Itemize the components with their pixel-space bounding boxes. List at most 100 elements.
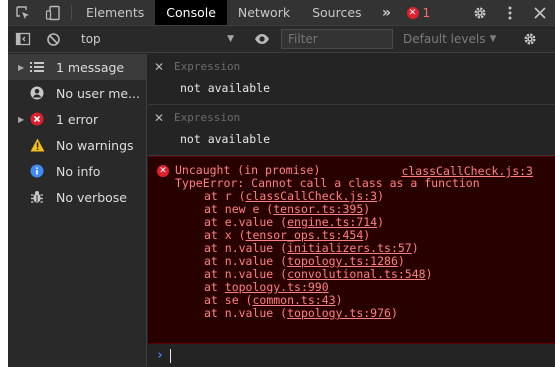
error-count-badge[interactable]: ✕ 1	[401, 0, 437, 25]
console-output: ✕ Expression not available ✕ Expression …	[148, 54, 555, 367]
sidebar-item-label: 1 message	[56, 59, 125, 75]
clear-icon	[46, 32, 60, 46]
stack-frame-text: at	[204, 280, 225, 294]
error-message: ✕ Uncaught (in promise) classCallCheck.j…	[148, 156, 555, 344]
sidebar-item-warnings[interactable]: No warnings	[8, 132, 146, 158]
sidebar-item-user-messages[interactable]: No user me...	[8, 80, 146, 106]
close-icon	[534, 6, 546, 19]
console-settings-button[interactable]	[515, 31, 545, 47]
live-expression: ✕ Expression not available	[148, 54, 555, 105]
live-expression: ✕ Expression not available	[148, 105, 555, 156]
sidebar-item-messages[interactable]: ▶ 1 message	[8, 54, 146, 80]
expression-input[interactable]: Expression	[174, 111, 555, 124]
sidebar-item-label: No verbose	[56, 189, 127, 205]
stack-frame-text: at r (	[204, 189, 246, 203]
user-icon	[30, 86, 52, 100]
expression-value: not available	[180, 81, 271, 95]
stack-frame-text: )	[390, 306, 398, 320]
stack-frame-link[interactable]: classCallCheck.js:3	[246, 189, 378, 203]
stack-frame-text: at se (	[204, 293, 253, 307]
error-icon: ✕	[157, 165, 169, 177]
sidebar-item-label: No warnings	[56, 137, 134, 153]
stack-frame-text: at new e (	[204, 202, 274, 216]
prompt-chevron-icon: ›	[156, 348, 164, 363]
error-icon: ✕	[406, 6, 419, 19]
sidebar-item-label: No user me...	[56, 85, 140, 101]
more-options-button[interactable]	[495, 5, 525, 21]
tab-elements[interactable]: Elements	[75, 0, 155, 25]
stack-frame-link[interactable]: tensor.ts:395	[273, 202, 363, 216]
stack-frame-text: at n.value (	[204, 306, 288, 320]
inspect-element-button[interactable]	[8, 0, 38, 25]
expression-value: not available	[180, 132, 271, 146]
console-prompt[interactable]: ›	[148, 344, 555, 367]
device-icon	[45, 5, 60, 20]
sidebar-item-verbose[interactable]: No verbose	[8, 184, 146, 210]
stack-frame-text: )	[425, 267, 433, 281]
stack-frame-text: )	[397, 254, 405, 268]
expand-arrow-icon[interactable]: ▶	[18, 63, 30, 72]
sidebar-item-label: 1 error	[56, 111, 99, 127]
stack-frame-text: at x (	[204, 228, 246, 242]
text-caret	[169, 348, 171, 363]
gear-icon	[474, 7, 486, 18]
stack-frame-text: )	[411, 241, 419, 255]
info-icon	[30, 164, 52, 178]
remove-expression-button[interactable]: ✕	[154, 111, 164, 125]
stack-frame-text: )	[377, 215, 385, 229]
stack-frame-text: at e.value (	[204, 215, 288, 229]
stack-frame-text: )	[335, 293, 343, 307]
stack-frame-link[interactable]: topology.ts:990	[225, 280, 329, 294]
devtools-panel: Elements Console Network Sources » ✕ 1 t…	[8, 0, 555, 367]
more-tabs-button[interactable]: »	[373, 0, 401, 25]
inspect-icon	[16, 5, 29, 19]
log-levels-dropdown[interactable]: Default levels ▼	[403, 32, 508, 46]
dropdown-arrow-icon: ▼	[489, 34, 497, 44]
context-value: top	[81, 32, 101, 46]
sidebar-item-label: No info	[56, 163, 101, 179]
remove-expression-button[interactable]: ✕	[154, 60, 164, 74]
settings-button[interactable]	[465, 5, 495, 21]
expand-arrow-icon[interactable]: ▶	[18, 115, 30, 124]
stack-frame-link[interactable]: initializers.ts:57	[287, 241, 412, 255]
sidebar-toggle-icon	[15, 32, 31, 46]
gear-icon	[524, 33, 536, 45]
bug-icon	[30, 190, 52, 204]
tab-network[interactable]: Network	[227, 0, 301, 25]
stack-frame-link[interactable]: engine.ts:714	[287, 215, 377, 229]
filter-input[interactable]	[281, 29, 393, 49]
toggle-sidebar-button[interactable]	[8, 31, 38, 47]
error-count: 1	[422, 5, 431, 20]
context-selector[interactable]: top ▼	[75, 29, 240, 49]
toolbar-divider	[71, 5, 72, 20]
stack-frame-link[interactable]: topology.ts:976	[287, 306, 391, 320]
stack-frame: at n.value (topology.ts:976)	[204, 307, 398, 320]
sidebar-item-info[interactable]: No info	[8, 158, 146, 184]
stack-frame-text: )	[363, 228, 371, 242]
eye-icon	[255, 34, 269, 44]
stack-frame-text: )	[363, 202, 371, 216]
stack-frame-text: at n.value (	[204, 241, 288, 255]
tab-console[interactable]: Console	[155, 0, 227, 25]
warning-icon	[30, 138, 52, 152]
expression-input[interactable]: Expression	[174, 60, 555, 73]
devtools-tabbar: Elements Console Network Sources » ✕ 1	[8, 0, 555, 26]
kebab-menu-icon	[508, 6, 512, 19]
sidebar-item-errors[interactable]: ▶ 1 error	[8, 106, 146, 132]
console-toolbar: top ▼ Default levels ▼	[8, 26, 555, 53]
live-expression-button[interactable]	[247, 33, 277, 45]
tab-sources[interactable]: Sources	[301, 0, 372, 25]
stack-frame-link[interactable]: convolutional.ts:548	[287, 267, 425, 281]
stack-frame-link[interactable]: topology.ts:1286	[287, 254, 398, 268]
error-icon	[30, 112, 52, 126]
stack-frame-text: at n.value (	[204, 267, 288, 281]
stack-frame-text: )	[377, 189, 385, 203]
console-sidebar: ▶ 1 message No user me... ▶ 1 error No w…	[8, 54, 147, 367]
stack-frame-link[interactable]: tensor_ops.ts:454	[246, 228, 364, 242]
stack-frame-text: at n.value (	[204, 254, 288, 268]
stack-frame-link[interactable]: common.ts:43	[252, 293, 335, 307]
clear-console-button[interactable]	[38, 32, 68, 47]
close-devtools-button[interactable]	[525, 6, 555, 19]
device-toolbar-button[interactable]	[38, 0, 68, 25]
tabbar-right-controls	[458, 0, 555, 25]
